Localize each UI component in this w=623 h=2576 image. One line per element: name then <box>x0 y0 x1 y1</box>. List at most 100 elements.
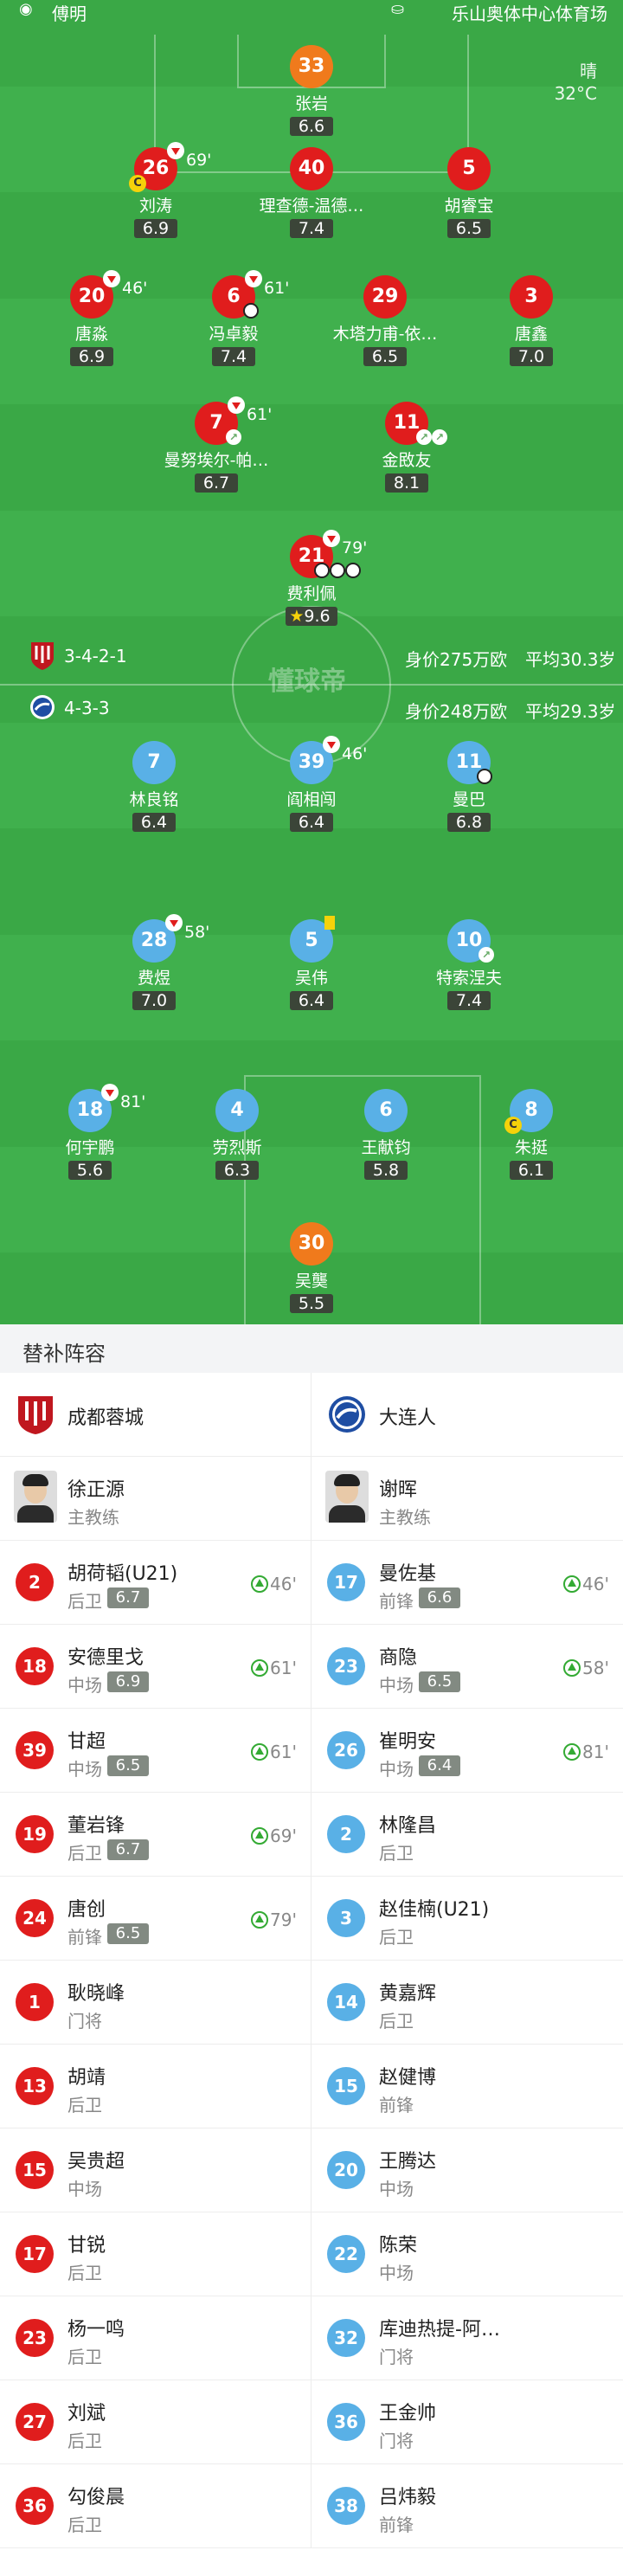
lineup-pitch: ◉ 傅明 ⛀ 乐山奥体中心体育场 晴 32°C 33 张岩 6.6 26 69'… <box>0 0 623 1324</box>
player-marker[interactable]: 11 ↗ ↗ 金敃友 8.1 <box>320 402 493 493</box>
chengdu-logo-icon <box>18 1396 53 1434</box>
player-marker[interactable]: 33 张岩 6.6 <box>225 45 398 136</box>
sub-player-row[interactable]: 15 吴贵超 中场 <box>0 2128 311 2212</box>
sub-player-row[interactable]: 18 安德里戈 中场 6.9 61' <box>0 1625 311 1709</box>
goal-ball-icon <box>314 563 330 578</box>
player-marker[interactable]: 4 劳烈斯 6.3 <box>151 1089 324 1180</box>
away-team-name: 大连人 <box>379 1407 437 1429</box>
player-marker[interactable]: 7 林良铭 6.4 <box>67 741 241 832</box>
sub-player-row[interactable]: 2 林隆昌 后卫 <box>312 1793 623 1877</box>
dalian-logo-icon <box>329 1396 365 1433</box>
player-position: 后卫 <box>67 1843 102 1864</box>
player-marker[interactable]: 30 吴龑 5.5 <box>225 1222 398 1313</box>
player-marker[interactable]: 28 58' 费煜 7.0 <box>67 914 241 1010</box>
sub-on-icon <box>251 1575 269 1593</box>
captain-badge: C <box>504 1117 522 1134</box>
sub-on-minute: 81' <box>582 1742 609 1762</box>
player-name: 唐创 <box>67 1899 106 1921</box>
player-name: 曼巴 <box>452 790 485 809</box>
sub-player-row[interactable]: 24 唐创 前锋 6.5 79' <box>0 1877 311 1961</box>
sub-player-row[interactable]: 38 吕炜毅 前锋 <box>312 2464 623 2548</box>
sub-player-row[interactable]: 20 王腾达 中场 <box>312 2128 623 2212</box>
player-marker[interactable]: 39 46' 阎相闯 6.4 <box>225 736 398 832</box>
player-marker[interactable]: 3 唐鑫 7.0 <box>445 275 618 366</box>
player-position: 后卫 <box>67 2431 102 2451</box>
player-marker[interactable]: 5 胡睿宝 6.5 <box>382 147 556 238</box>
player-name: 杨一鸣 <box>67 2319 125 2341</box>
sub-player-row[interactable]: 2 胡荷韬(U21) 后卫 6.7 46' <box>0 1541 311 1625</box>
player-number-badge: 32 <box>327 2319 365 2357</box>
sub-off-icon <box>103 270 120 287</box>
player-marker[interactable]: 40 理查德-温德… 7.4 <box>225 147 398 238</box>
star-icon: ★ <box>289 607 305 626</box>
player-name: 胡荷韬(U21) <box>67 1563 178 1585</box>
player-number-badge: 15 <box>16 2151 54 2189</box>
subs-table: 成都蓉城 徐正源 主教练 2 胡荷韬(U21) 后卫 6.7 46' 18 安德里戈 中场 6.… <box>0 1373 623 2548</box>
sub-off-icon <box>165 914 183 931</box>
sub-player-row[interactable]: 26 崔明安 中场 6.4 81' <box>312 1709 623 1793</box>
player-marker[interactable]: 5 吴伟 6.4 <box>225 916 398 1010</box>
sub-player-row[interactable]: 36 王金帅 门将 <box>312 2380 623 2464</box>
player-name: 胡睿宝 <box>444 196 494 216</box>
player-rating: 6.6 <box>419 1587 460 1608</box>
player-number: 10 <box>455 930 483 951</box>
sub-player-row[interactable]: 19 董岩锋 后卫 6.7 69' <box>0 1793 311 1877</box>
sub-player-row[interactable]: 1 耿晓峰 门将 <box>0 1961 311 2045</box>
player-name: 吴伟 <box>294 969 328 988</box>
home-coach-row[interactable]: 徐正源 主教练 <box>0 1457 311 1541</box>
sub-player-row[interactable]: 32 库迪热提-阿… 门将 <box>312 2296 623 2380</box>
home-team-header[interactable]: 成都蓉城 <box>0 1373 311 1457</box>
player-name: 冯卓毅 <box>209 325 259 344</box>
sub-on-time: 58' <box>563 1658 609 1678</box>
player-marker[interactable]: 8 C 朱挺 6.1 <box>445 1089 618 1180</box>
player-marker[interactable]: 10 ↗ 特索涅夫 7.4 <box>382 919 556 1010</box>
sub-player-row[interactable]: 22 陈荣 中场 <box>312 2212 623 2296</box>
player-name: 刘斌 <box>67 2403 106 2425</box>
sub-on-icon <box>563 1659 581 1677</box>
sub-player-row[interactable]: 23 商隐 中场 6.5 58' <box>312 1625 623 1709</box>
player-number: 33 <box>290 45 333 88</box>
chengdu-logo-icon <box>31 642 54 670</box>
player-position: 中场 <box>67 1759 102 1780</box>
sub-player-row[interactable]: 39 甘超 中场 6.5 61' <box>0 1709 311 1793</box>
player-number-badge: 23 <box>16 2319 54 2357</box>
sub-player-row[interactable]: 13 胡靖 后卫 <box>0 2045 311 2128</box>
away-subs-column: 大连人 谢晖 主教练 17 曼佐基 前锋 6.6 46' 23 商隐 中场 6.5 58' 26 崔明… <box>312 1373 623 2548</box>
sub-player-row[interactable]: 36 勾俊晨 后卫 <box>0 2464 311 2548</box>
player-marker[interactable]: 7 61' ↗ 曼努埃尔-帕… 6.7 <box>130 396 303 493</box>
sub-on-time: 46' <box>563 1574 609 1594</box>
player-number: 39 <box>298 751 325 773</box>
sub-time: 61' <box>264 279 290 298</box>
sub-player-row[interactable]: 23 杨一鸣 后卫 <box>0 2296 311 2380</box>
sub-player-row[interactable]: 17 甘锐 后卫 <box>0 2212 311 2296</box>
player-marker[interactable]: 6 61' 冯卓毅 7.4 <box>147 270 320 366</box>
sub-time: 58' <box>184 923 210 942</box>
player-position: 门将 <box>379 2347 414 2367</box>
player-rating: 6.7 <box>107 1839 149 1860</box>
player-name: 曼努埃尔-帕… <box>164 451 269 470</box>
sub-player-row[interactable]: 17 曼佐基 前锋 6.6 46' <box>312 1541 623 1625</box>
sub-player-row[interactable]: 15 赵健博 前锋 <box>312 2045 623 2128</box>
player-name: 王金帅 <box>379 2403 437 2425</box>
away-team-header[interactable]: 大连人 <box>312 1373 623 1457</box>
player-name: 胡靖 <box>67 2067 106 2089</box>
sub-off-icon <box>323 530 340 547</box>
sub-player-row[interactable]: 3 赵佳楠(U21) 后卫 <box>312 1877 623 1961</box>
player-number: 6 <box>364 1089 408 1132</box>
player-marker[interactable]: 26 69' C 刘涛 6.9 <box>69 142 242 238</box>
player-position: 中场 <box>67 2179 102 2199</box>
player-name: 费利佩 <box>286 584 337 603</box>
away-coach-row[interactable]: 谢晖 主教练 <box>312 1457 623 1541</box>
player-rating: 6.5 <box>107 1755 149 1776</box>
sub-player-row[interactable]: 14 黄嘉辉 后卫 <box>312 1961 623 2045</box>
player-number-badge: 27 <box>16 2403 54 2441</box>
player-marker[interactable]: 21 79' 费利佩 ★9.6 <box>225 530 398 626</box>
player-rating: 6.1 <box>510 1161 553 1180</box>
sub-off-icon <box>228 396 245 414</box>
temperature-label: 32°C <box>554 83 597 104</box>
player-position: 中场 <box>67 1675 102 1696</box>
player-rating: 6.4 <box>290 991 333 1010</box>
player-name: 耿晓峰 <box>67 1983 125 2005</box>
sub-player-row[interactable]: 27 刘斌后卫 <box>0 2380 311 2464</box>
player-marker[interactable]: 11 曼巴 6.8 <box>382 741 556 832</box>
